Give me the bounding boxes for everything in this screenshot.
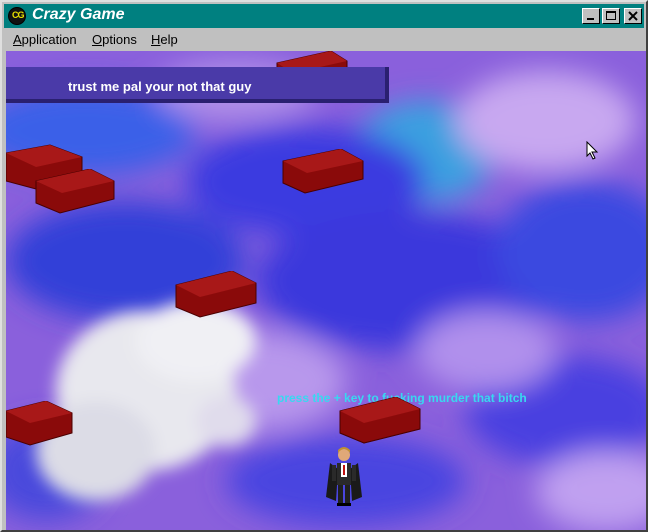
menu-help[interactable]: Help [151, 32, 178, 47]
red-block [282, 149, 364, 194]
menu-application[interactable]: Application [13, 32, 77, 47]
menu-options[interactable]: Options [92, 32, 137, 47]
banner-text: trust me pal your not that guy [68, 79, 252, 94]
game-viewport[interactable]: trust me pal your not that guy press the… [6, 51, 646, 530]
game-window: CG Crazy Game Application Options Help t… [0, 0, 648, 532]
close-icon [628, 11, 638, 21]
maximize-button[interactable] [602, 8, 620, 24]
mouse-cursor-icon [586, 141, 599, 160]
title-bar[interactable]: CG Crazy Game [4, 4, 644, 28]
red-block [6, 401, 73, 446]
game-logo-icon[interactable]: CG [8, 7, 26, 25]
red-block [175, 271, 257, 318]
menu-bar: Application Options Help [4, 29, 644, 49]
maximize-icon [606, 11, 616, 20]
window-title: Crazy Game [32, 6, 125, 23]
message-banner: trust me pal your not that guy [6, 67, 389, 103]
player-character[interactable] [324, 445, 364, 509]
red-block [35, 169, 115, 214]
minimize-icon [587, 18, 594, 20]
close-button[interactable] [624, 8, 642, 24]
red-block-foreground [339, 397, 421, 444]
minimize-button[interactable] [582, 8, 600, 24]
